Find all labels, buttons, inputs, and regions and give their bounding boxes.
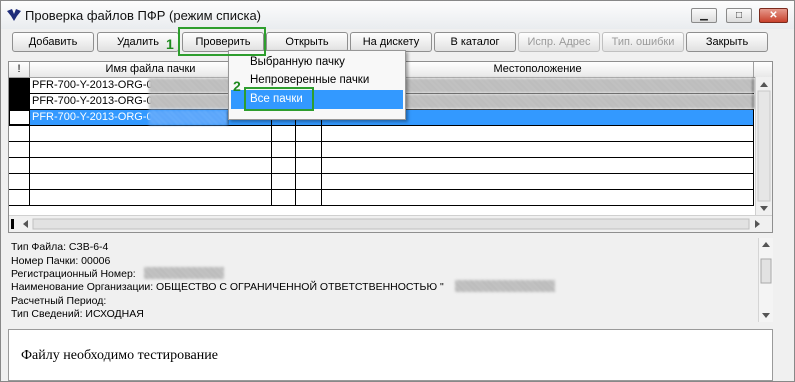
maximize-button[interactable]: □ xyxy=(726,8,752,23)
column-header-flag[interactable]: ! xyxy=(9,62,30,77)
window-title: Проверка файлов ПФР (режим списка) xyxy=(25,8,261,23)
open-button[interactable]: Открыть xyxy=(266,32,348,52)
info-scrollbar[interactable] xyxy=(758,238,773,322)
status-message-box: Файлу необходимо тестирование xyxy=(8,329,773,381)
redacted-region xyxy=(144,267,224,279)
to-catalog-button[interactable]: В каталог xyxy=(434,32,516,52)
close-window-button[interactable]: ✕ xyxy=(759,8,788,23)
step-2-label: 2 xyxy=(233,78,241,94)
close-button[interactable]: Закрыть xyxy=(686,32,768,52)
scroll-arrows-icon xyxy=(757,82,771,211)
file-info-panel: Тип Файла: СЗВ-6-4 Номер Пачки: 00006 Ре… xyxy=(8,238,773,324)
main-window: Проверка файлов ПФР (режим списка) ▁ □ ✕… xyxy=(0,0,795,382)
table-row-empty[interactable] xyxy=(9,142,754,158)
redacted-region xyxy=(455,280,555,292)
org-name-label: Наименование Организации: ОБЩЕСТВО С ОГР… xyxy=(11,281,444,293)
table-row-empty[interactable] xyxy=(9,126,754,142)
redacted-region xyxy=(149,110,229,125)
to-disk-button[interactable]: На дискету xyxy=(350,32,432,52)
info-type-label: Тип Сведений: ИСХОДНАЯ xyxy=(11,308,144,320)
highlight-box-step2 xyxy=(244,87,314,111)
vertical-scrollbar[interactable] xyxy=(755,77,772,216)
error-type-button[interactable]: Тип. ошибки xyxy=(602,32,684,52)
horizontal-scrollbar[interactable] xyxy=(9,215,772,232)
fix-address-button[interactable]: Испр. Адрес xyxy=(518,32,600,52)
minimize-button[interactable]: ▁ xyxy=(691,8,717,23)
row-marker xyxy=(9,110,30,125)
file-type-label: Тип Файла: СЗВ-6-4 xyxy=(11,241,109,253)
pack-number-label: Номер Пачки: 00006 xyxy=(11,255,111,267)
info-scroll-thumb-icon xyxy=(760,242,772,318)
app-bird-icon xyxy=(7,9,21,21)
table-row-empty[interactable] xyxy=(9,158,754,174)
reg-number-label: Регистрационный Номер: xyxy=(11,268,136,280)
highlight-box-step1 xyxy=(178,27,266,56)
add-button[interactable]: Добавить xyxy=(12,32,94,52)
table-row-empty[interactable] xyxy=(9,174,754,190)
row-marker xyxy=(9,78,30,93)
title-bar[interactable]: Проверка файлов ПФР (режим списка) ▁ □ ✕ xyxy=(1,1,794,29)
table-row-empty[interactable] xyxy=(9,190,754,206)
step-1-label: 1 xyxy=(166,36,174,52)
period-label: Расчетный Период: xyxy=(11,295,107,307)
hscroll-track-icon xyxy=(11,218,760,230)
row-marker xyxy=(9,94,30,109)
status-message: Файлу необходимо тестирование xyxy=(21,348,218,363)
